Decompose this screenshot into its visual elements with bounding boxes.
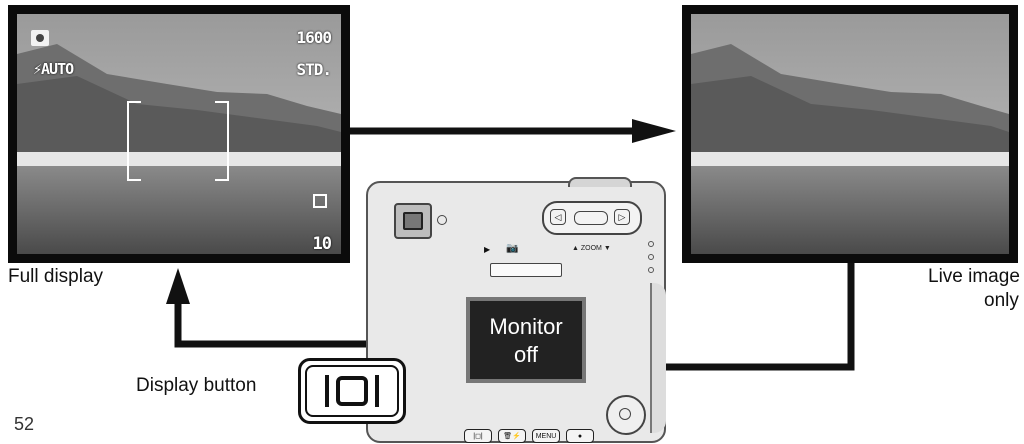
viewfinder xyxy=(394,203,432,239)
arrow-monitor-off-to-full xyxy=(166,268,368,348)
live-image-caption-line1: Live image xyxy=(928,266,1020,287)
side-led-2 xyxy=(648,254,654,260)
page-number: 52 xyxy=(14,414,35,434)
side-led-3 xyxy=(648,267,654,273)
playback-icon: ▶ xyxy=(484,245,491,254)
arrow-full-to-live xyxy=(350,119,676,143)
monitor-off-line2: off xyxy=(513,342,539,367)
controller-dial[interactable] xyxy=(606,395,646,435)
zoom-label: ▲ ZOOM ▼ xyxy=(572,245,611,252)
zoom-center xyxy=(574,211,608,225)
zoom-left-icon: ◁ xyxy=(550,209,566,225)
display-button-callout xyxy=(298,358,406,424)
camera-grip xyxy=(650,283,666,433)
camera-top-edge xyxy=(568,177,632,187)
viewfinder-window xyxy=(403,212,423,230)
live-image-caption-line2: only xyxy=(984,290,1019,311)
full-display-caption: Full display xyxy=(8,266,104,287)
monitor-off-screen: Monitor off xyxy=(466,297,586,383)
record-mode-icon: 📷 xyxy=(506,243,519,254)
side-led-1 xyxy=(648,241,654,247)
indicator-lamp xyxy=(437,215,447,225)
zoom-rocker[interactable]: ◁ ▷ xyxy=(542,201,642,235)
zoom-right-icon: ▷ xyxy=(614,209,630,225)
monitor-off-line1: Monitor xyxy=(489,314,563,339)
display-icon xyxy=(325,375,379,407)
mode-switch[interactable] xyxy=(490,263,562,277)
display-button-caption: Display button xyxy=(136,375,257,396)
controller-center xyxy=(619,408,631,420)
